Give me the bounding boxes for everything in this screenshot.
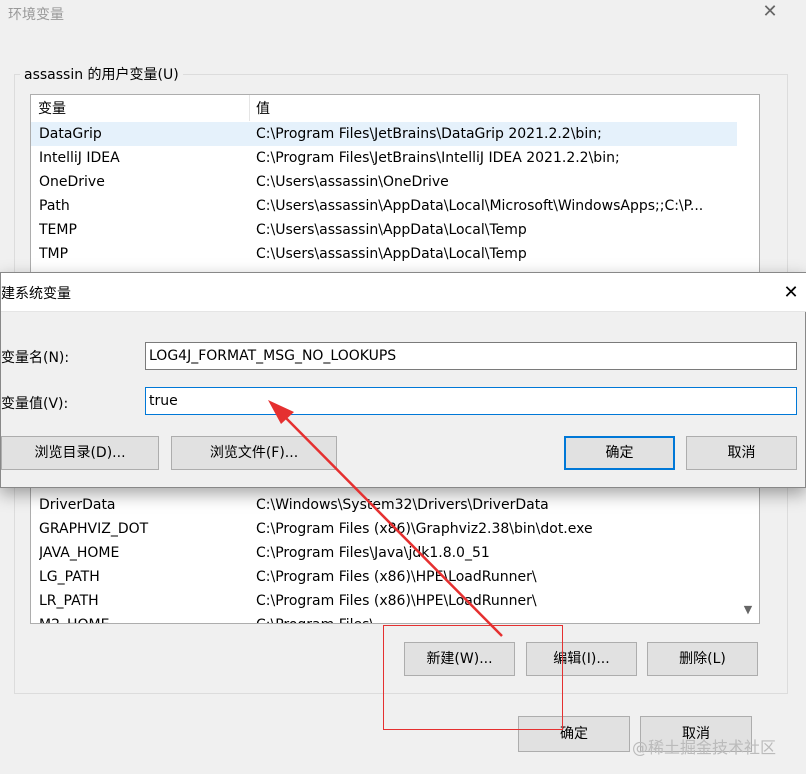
- var-name: IntelliJ IDEA: [39, 150, 120, 166]
- var-name: TEMP: [39, 222, 77, 238]
- dialog-title: 建系统变量: [1, 286, 71, 302]
- var-value: C:\Windows\System32\Drivers\DriverData: [256, 497, 549, 513]
- variable-value-input[interactable]: true: [145, 387, 797, 415]
- dialog-cancel-button[interactable]: 取消: [686, 436, 797, 470]
- var-name: M2_HOME: [39, 613, 249, 623]
- table-row[interactable]: TMP C:\Users\assassin\AppData\Local\Temp: [31, 242, 737, 266]
- table-row[interactable]: JAVA_HOME C:\Program Files\Java\jdk1.8.0…: [31, 541, 737, 565]
- var-value: C:\Users\assassin\AppData\Local\Microsof…: [256, 198, 704, 214]
- var-value: C:\Program Files\...: [256, 613, 734, 623]
- dialog-ok-button[interactable]: 确定: [564, 436, 675, 470]
- table-row[interactable]: OneDrive C:\Users\assassin\OneDrive: [31, 170, 737, 194]
- table-row[interactable]: LG_PATH C:\Program Files (x86)\HPE\LoadR…: [31, 565, 737, 589]
- var-value: C:\Program Files (x86)\Graphviz2.38\bin\…: [256, 521, 593, 537]
- var-name: TMP: [39, 246, 69, 262]
- column-header-value-label: 值: [256, 101, 270, 117]
- user-variables-label: assassin 的用户变量(U): [20, 64, 183, 84]
- close-icon[interactable]: ✕: [760, 2, 780, 22]
- table-row[interactable]: LR_PATH C:\Program Files (x86)\HPE\LoadR…: [31, 589, 737, 613]
- variable-value-label: 变量值(V):: [1, 396, 69, 412]
- var-name: LG_PATH: [39, 569, 100, 585]
- var-value: C:\Users\assassin\AppData\Local\Temp: [256, 246, 527, 262]
- scroll-down-icon[interactable]: ▼: [741, 603, 755, 617]
- table-row[interactable]: DataGrip C:\Program Files\JetBrains\Data…: [31, 122, 737, 146]
- table-row[interactable]: DriverData C:\Windows\System32\Drivers\D…: [31, 493, 737, 517]
- var-value: C:\Program Files\Java\jdk1.8.0_51: [256, 545, 490, 561]
- var-name: OneDrive: [39, 174, 105, 190]
- table-row[interactable]: GRAPHVIZ_DOT C:\Program Files (x86)\Grap…: [31, 517, 737, 541]
- var-value: C:\Users\assassin\OneDrive: [256, 174, 449, 190]
- annotation-highlight-box: [383, 625, 563, 730]
- system-variables-list[interactable]: DriverData C:\Windows\System32\Drivers\D…: [30, 484, 760, 624]
- column-header-name[interactable]: 变量: [31, 95, 250, 121]
- var-name: JAVA_HOME: [39, 545, 120, 561]
- delete-variable-button[interactable]: 删除(L): [647, 642, 758, 676]
- column-header-value[interactable]: 值: [250, 95, 736, 121]
- var-name: LR_PATH: [39, 593, 99, 609]
- variable-name-label: 变量名(N):: [1, 350, 70, 366]
- window-title: 环境变量: [8, 7, 64, 23]
- var-name: DriverData: [39, 497, 116, 513]
- browse-file-button[interactable]: 浏览文件(F)...: [171, 436, 337, 470]
- user-variables-list[interactable]: 变量 值 DataGrip C:\Program Files\JetBrains…: [30, 94, 760, 274]
- table-row[interactable]: TEMP C:\Users\assassin\AppData\Local\Tem…: [31, 218, 737, 242]
- table-row[interactable]: IntelliJ IDEA C:\Program Files\JetBrains…: [31, 146, 737, 170]
- new-system-variable-dialog: 建系统变量 ✕ 变量名(N): LOG4J_FORMAT_MSG_NO_LOOK…: [0, 272, 806, 488]
- var-value: C:\Program Files\JetBrains\DataGrip 2021…: [256, 126, 602, 142]
- table-row[interactable]: Path C:\Users\assassin\AppData\Local\Mic…: [31, 194, 737, 218]
- var-name: DataGrip: [39, 126, 102, 142]
- var-value: C:\Program Files (x86)\HPE\LoadRunner\: [256, 569, 537, 585]
- table-row[interactable]: M2_HOME C:\Program Files\...: [31, 613, 737, 623]
- var-value: C:\Program Files\JetBrains\IntelliJ IDEA…: [256, 150, 620, 166]
- var-name: Path: [39, 198, 70, 214]
- close-icon[interactable]: ✕: [779, 281, 803, 305]
- var-value: C:\Program Files (x86)\HPE\LoadRunner\: [256, 593, 537, 609]
- variable-name-input[interactable]: LOG4J_FORMAT_MSG_NO_LOOKUPS: [145, 342, 797, 370]
- var-name: GRAPHVIZ_DOT: [39, 521, 149, 537]
- browse-directory-button[interactable]: 浏览目录(D)...: [1, 436, 159, 470]
- watermark: @稀土掘金技术社区: [632, 738, 777, 757]
- column-header-name-label: 变量: [38, 101, 66, 117]
- var-value: C:\Users\assassin\AppData\Local\Temp: [256, 222, 527, 238]
- dialog-titlebar[interactable]: 建系统变量 ✕: [1, 273, 806, 312]
